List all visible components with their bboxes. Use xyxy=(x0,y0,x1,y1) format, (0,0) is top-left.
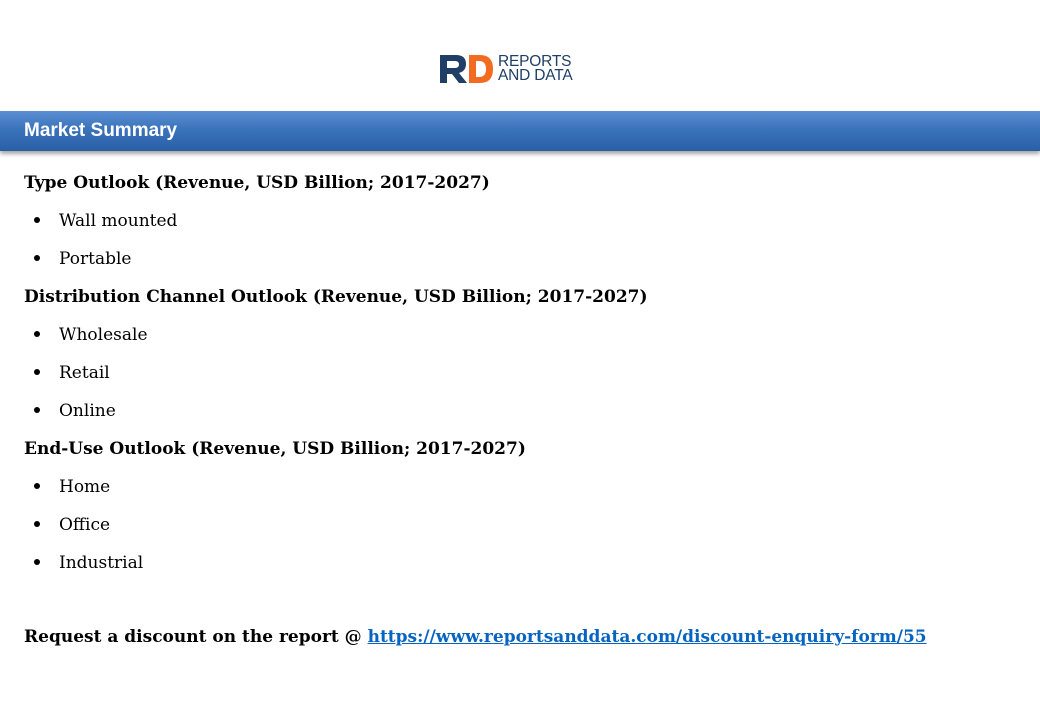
distribution-outlook-heading: Distribution Channel Outlook (Revenue, U… xyxy=(24,287,648,307)
list-item: Online xyxy=(24,398,1024,436)
bullet-icon xyxy=(34,483,40,489)
list-item: Office xyxy=(24,512,1024,550)
bullet-icon xyxy=(34,369,40,375)
list-item: Retail xyxy=(24,360,1024,398)
list-item: Home xyxy=(24,474,1024,512)
discount-enquiry-link[interactable]: https://www.reportsanddata.com/discount-… xyxy=(368,627,927,647)
discount-request: Request a discount on the report @ https… xyxy=(24,625,927,649)
type-outlook-heading: Type Outlook (Revenue, USD Billion; 2017… xyxy=(24,173,490,193)
bullet-icon xyxy=(34,331,40,337)
bullet-icon xyxy=(34,407,40,413)
list-item: Industrial xyxy=(24,550,1024,588)
bullet-icon xyxy=(34,559,40,565)
bullet-icon xyxy=(34,217,40,223)
bullet-icon xyxy=(34,521,40,527)
logo-line-2: AND DATA xyxy=(498,67,573,84)
rd-logo-mark-icon xyxy=(440,55,493,83)
bullet-icon xyxy=(34,255,40,261)
discount-request-text: Request a discount on the report @ xyxy=(24,627,368,647)
list-item: Wall mounted xyxy=(24,208,1024,246)
list-item: Portable xyxy=(24,246,1024,284)
market-summary-banner: Market Summary xyxy=(0,111,1040,151)
list-item: Wholesale xyxy=(24,322,1024,360)
logo-wordmark: REPORTS AND DATA xyxy=(498,54,573,84)
company-logo: REPORTS AND DATA xyxy=(438,52,573,86)
end-use-outlook-heading: End-Use Outlook (Revenue, USD Billion; 2… xyxy=(24,439,526,459)
outlook-list: Type Outlook (Revenue, USD Billion; 2017… xyxy=(24,170,1024,588)
banner-title: Market Summary xyxy=(24,120,178,141)
